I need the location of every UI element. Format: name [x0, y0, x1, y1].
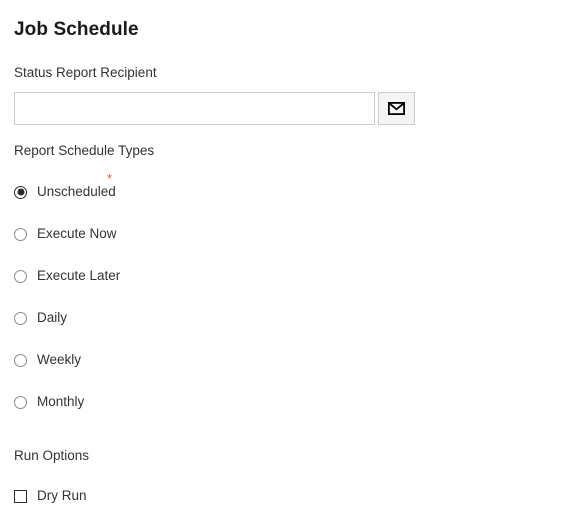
report-schedule-types-label: Report Schedule Types [14, 143, 155, 158]
radio-row-daily[interactable]: Daily [14, 308, 67, 328]
radio-label: Monthly [37, 394, 85, 409]
status-report-recipient-input[interactable] [14, 92, 375, 125]
radio-label: Daily [37, 310, 68, 325]
radio-row-execute-later[interactable]: Execute Later [14, 266, 120, 286]
run-options-label: Run Options [14, 448, 90, 463]
radio-unscheduled[interactable] [14, 185, 27, 199]
dry-run-checkbox-row[interactable]: Dry Run [14, 486, 87, 506]
radio-daily[interactable] [14, 311, 27, 325]
radio-row-execute-now[interactable]: Execute Now [14, 224, 117, 244]
radio-execute-now[interactable] [14, 227, 27, 241]
radio-monthly[interactable] [14, 395, 27, 409]
envelope-icon-button[interactable] [378, 92, 415, 125]
radio-label: Execute Later [37, 268, 121, 283]
radio-row-unscheduled[interactable]: Unscheduled [14, 182, 116, 202]
status-report-recipient-row [14, 92, 415, 125]
radio-label: Weekly [37, 352, 82, 367]
status-report-recipient-label: Status Report Recipient [14, 65, 157, 80]
radio-execute-later[interactable] [14, 269, 27, 283]
envelope-icon [388, 102, 405, 115]
job-schedule-form: Job Schedule Status Report Recipient Rep… [0, 0, 587, 515]
radio-label: Execute Now [37, 226, 117, 241]
radio-row-monthly[interactable]: Monthly [14, 392, 84, 412]
dry-run-label: Dry Run [37, 488, 87, 503]
dry-run-checkbox[interactable] [14, 489, 27, 503]
page-title: Job Schedule [14, 18, 139, 40]
radio-weekly[interactable] [14, 353, 27, 367]
radio-label: Unscheduled [37, 184, 116, 199]
radio-row-weekly[interactable]: Weekly [14, 350, 81, 370]
